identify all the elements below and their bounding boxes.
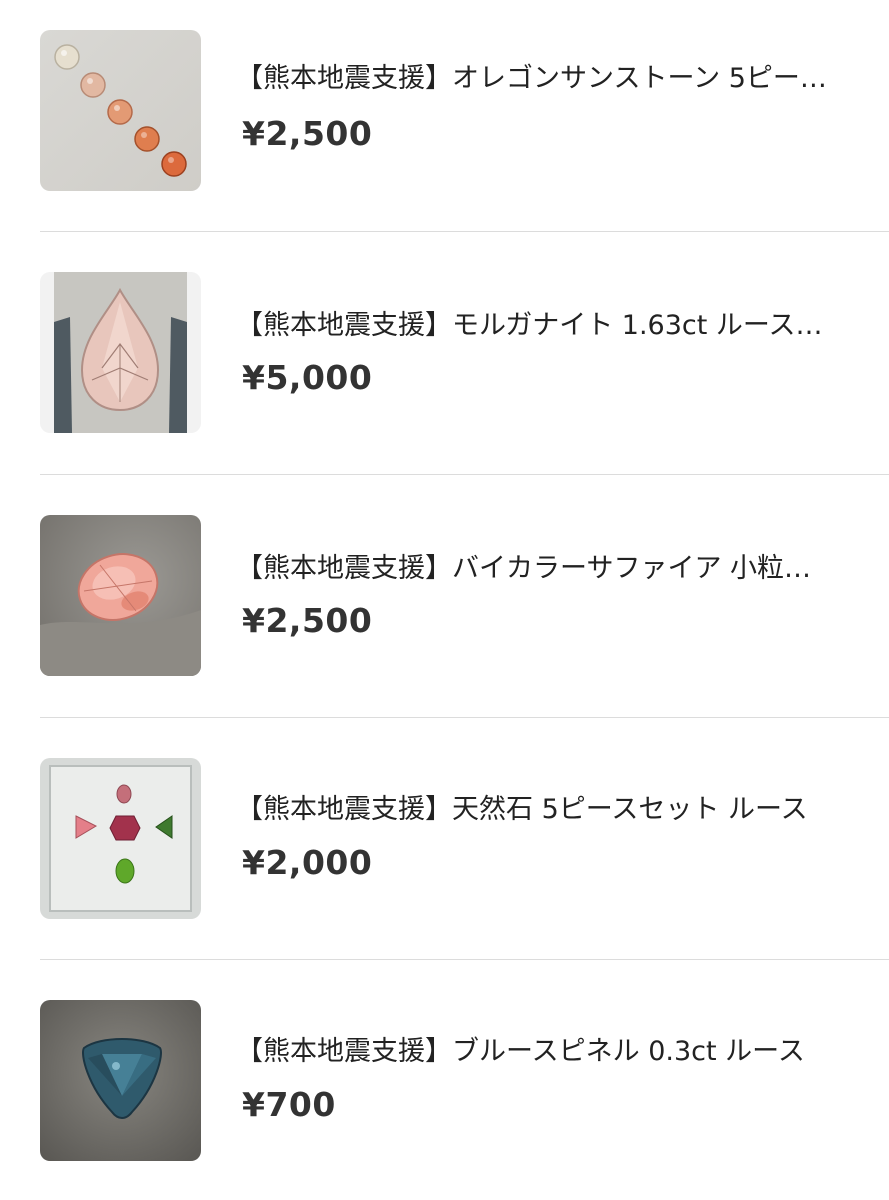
list-item[interactable]: 【熊本地震支援】バイカラーサファイア 小粒… ¥2,500 (0, 486, 889, 729)
product-title: 【熊本地震支援】ブルースピネル 0.3ct ルース (236, 1036, 805, 1067)
product-title: 【熊本地震支援】モルガナイト 1.63ct ルース… (236, 310, 823, 341)
list-item[interactable]: 【熊本地震支援】オレゴンサンストーン 5ピー… ¥2,500 (0, 0, 889, 243)
product-title: 【熊本地震支援】バイカラーサファイア 小粒… (236, 553, 812, 584)
product-list: 【熊本地震支援】オレゴンサンストーン 5ピー… ¥2,500 【熊本地震支援】モ… (0, 0, 889, 1200)
product-thumbnail[interactable] (40, 272, 201, 433)
product-title: 【熊本地震支援】天然石 5ピースセット ルース (236, 794, 808, 825)
product-price: ¥2,000 (242, 843, 373, 882)
product-thumbnail[interactable] (40, 515, 201, 676)
product-title: 【熊本地震支援】オレゴンサンストーン 5ピー… (236, 63, 827, 94)
list-item[interactable]: 【熊本地震支援】モルガナイト 1.63ct ルース… ¥5,000 (0, 243, 889, 486)
product-thumbnail[interactable] (40, 30, 201, 191)
list-item[interactable]: 【熊本地震支援】天然石 5ピースセット ルース ¥2,000 (0, 729, 889, 972)
product-thumbnail[interactable] (40, 758, 201, 919)
product-price: ¥5,000 (242, 358, 373, 397)
product-price: ¥700 (242, 1085, 336, 1124)
list-item[interactable]: 【熊本地震支援】ブルースピネル 0.3ct ルース ¥700 (0, 971, 889, 1200)
product-thumbnail[interactable] (40, 1000, 201, 1161)
product-price: ¥2,500 (242, 114, 373, 153)
product-price: ¥2,500 (242, 601, 373, 640)
divider (40, 231, 889, 232)
divider (40, 959, 889, 960)
divider (40, 474, 889, 475)
divider (40, 717, 889, 718)
